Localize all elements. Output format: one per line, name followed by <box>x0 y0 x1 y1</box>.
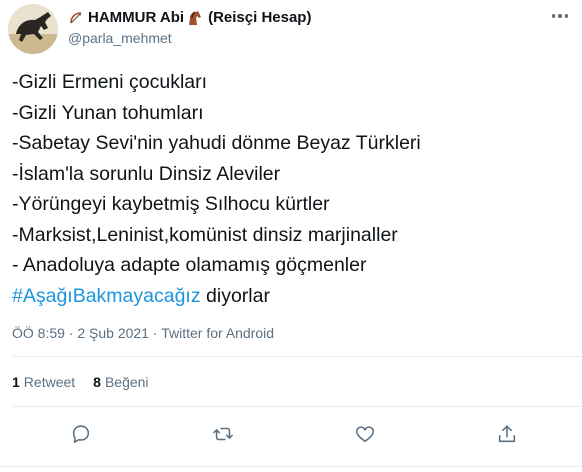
tweet-time[interactable]: ÖÖ 8:59 <box>12 325 65 341</box>
divider <box>12 356 582 357</box>
tweet-line: -İslam'la sorunlu Dinsiz Aleviler <box>12 162 281 185</box>
more-icon[interactable] <box>548 8 572 24</box>
author-handle[interactable]: @parla_mehmet <box>68 30 172 46</box>
avatar[interactable] <box>8 4 58 54</box>
like-count-link[interactable]: 8 Beğeni <box>93 374 148 390</box>
meta-separator: · <box>149 325 162 341</box>
hashtag-link[interactable]: #AşağıBakmayacağız <box>12 285 201 307</box>
tweet-stats: 1 Retweet 8 Beğeni <box>12 374 149 390</box>
tweet-line: -Gizli Yunan tohumları <box>12 101 204 124</box>
retweet-label: Retweet <box>23 374 76 390</box>
heart-icon[interactable] <box>352 421 378 447</box>
tweet-line: -Sabetay Sevi'nin yahudi dönme Beyaz Tür… <box>12 132 421 154</box>
reply-icon[interactable] <box>68 421 94 447</box>
tweet-line-final: #AşağıBakmayacağız diyorlar <box>12 281 421 312</box>
horse-icon <box>186 10 202 26</box>
tweet-line: -Gizli Ermeni çocukları <box>12 71 208 93</box>
tweet: HAMMUR Abi (Reisçi Hesap) @parla_mehmet … <box>0 0 582 472</box>
retweet-icon[interactable] <box>210 421 236 447</box>
avatar-image <box>8 4 58 54</box>
tweet-meta: ÖÖ 8:59 · 2 Şub 2021 · Twitter for Andro… <box>12 325 274 341</box>
tweet-line: - Anadoluya adapte olamamış göçmenler <box>12 254 367 276</box>
author-name-row[interactable]: HAMMUR Abi (Reisçi Hesap) <box>68 9 311 26</box>
tweet-line: -Yörüngeyi kaybetmiş Sılhocu kürtler <box>12 193 330 215</box>
tweet-tail: diyorlar <box>200 284 270 307</box>
tweet-line: -Marksist,Leninist,komünist dinsiz marji… <box>12 223 398 246</box>
tweet-text: -Gizli Ermeni çocukları -Gizli Yunan toh… <box>12 67 421 311</box>
tweet-source[interactable]: Twitter for Android <box>161 325 274 341</box>
bow-arrow-icon <box>68 10 84 26</box>
author-bio-suffix: (Reisçi Hesap) <box>208 9 312 26</box>
like-count: 8 <box>93 374 101 390</box>
retweet-count: 1 <box>12 374 20 390</box>
author-name: HAMMUR Abi <box>88 9 185 26</box>
share-icon[interactable] <box>494 421 520 447</box>
tweet-date[interactable]: 2 Şub 2021 <box>77 325 149 341</box>
like-label: Beğeni <box>104 374 149 390</box>
divider <box>12 406 582 407</box>
meta-separator: · <box>64 325 78 341</box>
retweet-count-link[interactable]: 1 Retweet <box>12 374 75 390</box>
divider <box>0 466 582 467</box>
